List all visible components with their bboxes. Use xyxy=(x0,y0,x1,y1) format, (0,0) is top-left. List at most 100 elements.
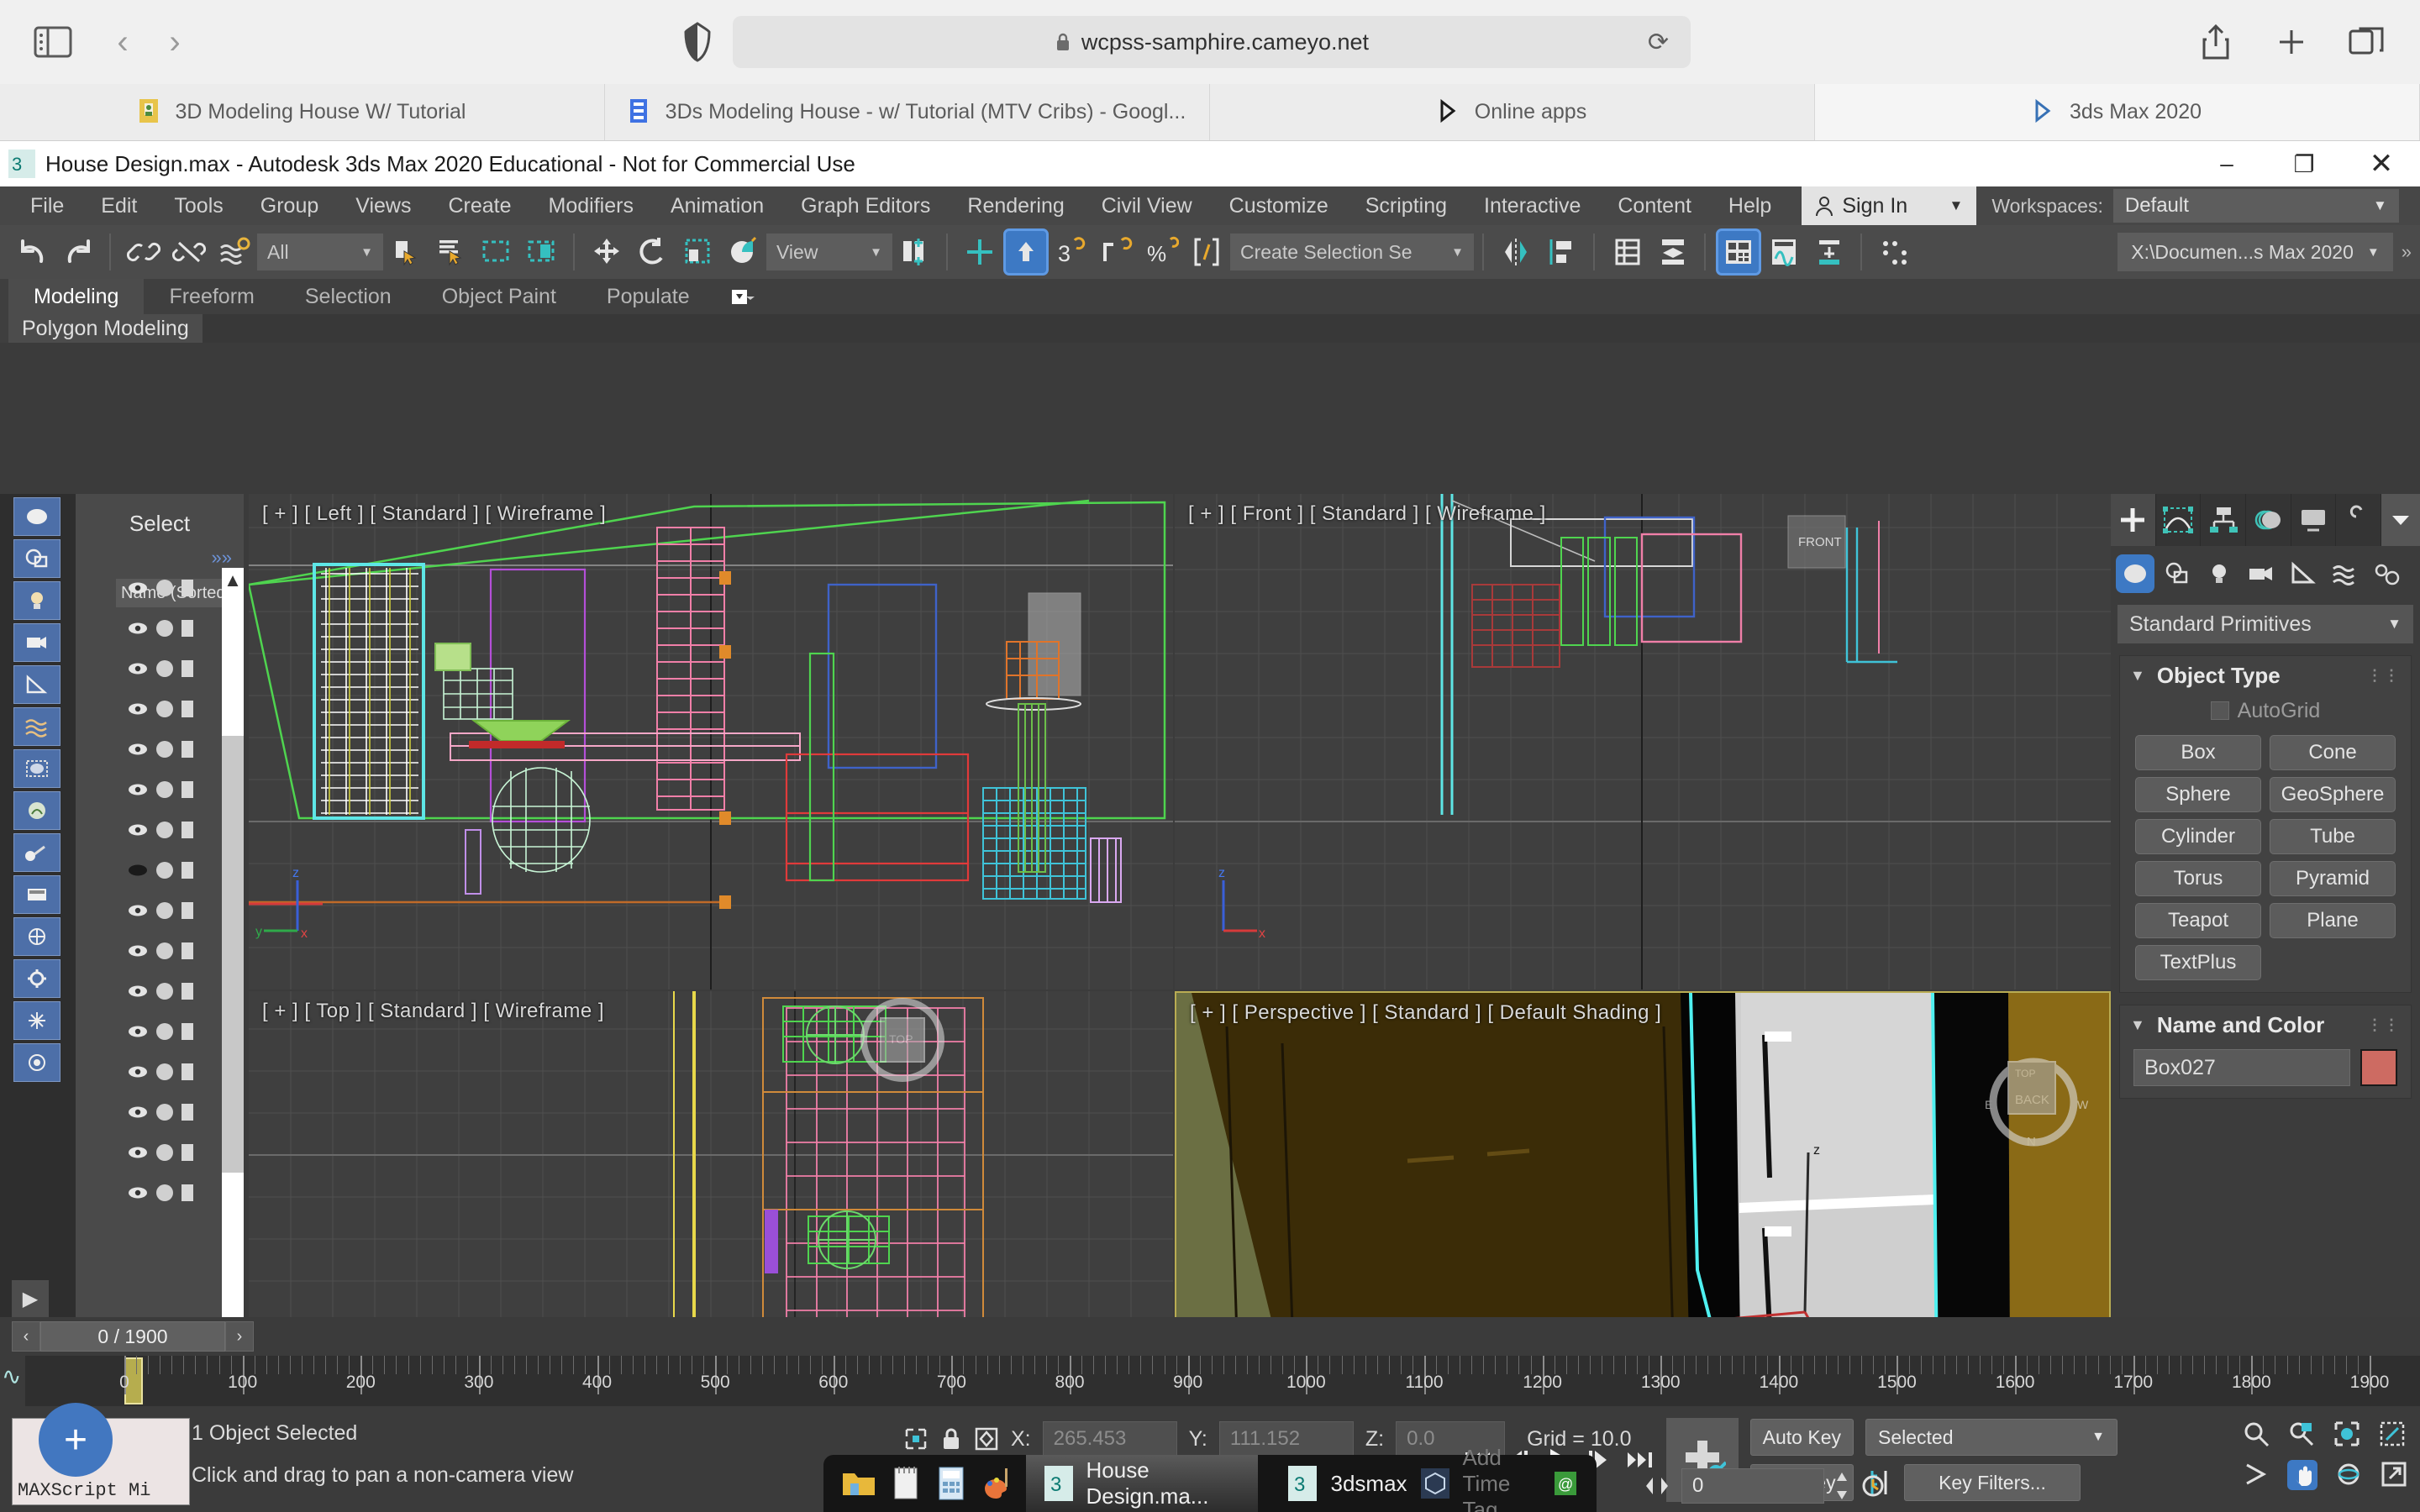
next-frame-button[interactable]: › xyxy=(225,1321,254,1352)
textplus-button[interactable]: TextPlus xyxy=(2135,945,2261,980)
visibility-eye-icon[interactable] xyxy=(128,864,148,877)
freeze-toggle-icon[interactable] xyxy=(156,741,173,758)
autogrid-checkbox[interactable] xyxy=(2211,701,2229,720)
toggle-scene-explorer-icon[interactable] xyxy=(1716,228,1761,276)
selection-filter-combo[interactable]: All ▼ xyxy=(257,234,383,270)
field-of-view-icon[interactable] xyxy=(2242,1460,2270,1490)
visibility-eye-icon[interactable] xyxy=(128,1025,148,1038)
taskbar-task-house-design[interactable]: 3 House Design.ma... xyxy=(1026,1455,1259,1512)
menu-item-content[interactable]: Content xyxy=(1599,186,1710,225)
utilities-tab[interactable] xyxy=(2336,494,2381,546)
more-icon[interactable] xyxy=(13,1043,60,1082)
object-type-header[interactable]: ▼ Object Type ⋮⋮ xyxy=(2120,656,2411,695)
project-path-field[interactable]: X:\Documen...s Max 2020 ▼ xyxy=(2118,233,2392,271)
current-frame-input[interactable]: 0 xyxy=(1681,1468,1824,1504)
particles-icon[interactable] xyxy=(13,1001,60,1040)
torus-button[interactable]: Torus xyxy=(2135,861,2261,896)
notepad-icon[interactable] xyxy=(889,1462,923,1504)
key-filters-button[interactable]: Key Filters... xyxy=(1904,1464,2081,1501)
viewport-top-label[interactable]: [ + ] [ Top ] [ Standard ] [ Wireframe ] xyxy=(262,1000,604,1023)
freeze-toggle-icon[interactable] xyxy=(156,580,173,596)
share-icon[interactable] xyxy=(2196,23,2235,61)
hierarchy-tab[interactable] xyxy=(2201,494,2246,546)
visibility-eye-icon[interactable] xyxy=(128,823,148,837)
box-button[interactable]: Box xyxy=(2135,735,2261,770)
paint-icon[interactable] xyxy=(980,1462,1013,1504)
ribbon-tab-object-paint[interactable]: Object Paint xyxy=(417,279,581,314)
reload-icon[interactable]: ⟳ xyxy=(1648,28,1669,57)
menu-item-graph-editors[interactable]: Graph Editors xyxy=(782,186,949,225)
edit-named-sets-icon[interactable] xyxy=(1185,228,1230,276)
menu-item-modifiers[interactable]: Modifiers xyxy=(530,186,652,225)
freeze-toggle-icon[interactable] xyxy=(156,1023,173,1040)
collapse-triangle-icon[interactable]: ▼ xyxy=(2130,1016,2145,1034)
collapse-triangle-icon[interactable]: ▼ xyxy=(2130,667,2145,685)
menu-item-group[interactable]: Group xyxy=(242,186,337,225)
select-rotate-icon[interactable] xyxy=(630,228,676,276)
browser-tab-3[interactable]: 3ds Max 2020 xyxy=(1815,84,2420,140)
shapes-icon[interactable] xyxy=(2158,554,2196,593)
zoom-extents-icon[interactable] xyxy=(2333,1420,2361,1448)
viewport-left-label[interactable]: [ + ] [ Left ] [ Standard ] [ Wireframe … xyxy=(262,502,606,526)
visibility-eye-icon[interactable] xyxy=(128,1105,148,1119)
select-scale-icon[interactable] xyxy=(676,228,721,276)
visibility-eye-icon[interactable] xyxy=(128,904,148,917)
visibility-eye-icon[interactable] xyxy=(128,984,148,998)
layer-manager-icon[interactable] xyxy=(1650,228,1696,276)
select-manipulate-icon[interactable] xyxy=(958,228,1003,276)
lights-icon[interactable] xyxy=(13,581,60,620)
unlink-icon[interactable] xyxy=(166,228,212,276)
geosphere-button[interactable]: GeoSphere xyxy=(2270,777,2396,812)
freeze-toggle-icon[interactable] xyxy=(156,1144,173,1161)
menu-item-tools[interactable]: Tools xyxy=(155,186,241,225)
visibility-eye-icon[interactable] xyxy=(128,1186,148,1200)
freeze-toggle-icon[interactable] xyxy=(156,862,173,879)
cameras-icon[interactable] xyxy=(2242,554,2281,593)
explorer-icon[interactable] xyxy=(840,1462,877,1504)
new-tab-icon[interactable] xyxy=(2272,23,2311,61)
viewport-left[interactable]: zyx [ + ] [ Left ] [ Standard ] [ Wirefr… xyxy=(249,494,1173,990)
select-link-icon[interactable] xyxy=(121,228,166,276)
key-prev-next-icon[interactable] xyxy=(1643,1474,1671,1498)
ribbon-panel-polygon-modeling[interactable]: Polygon Modeling xyxy=(8,314,203,343)
key-mode-select[interactable]: Selected ▼ xyxy=(1865,1419,2118,1456)
visibility-eye-icon[interactable] xyxy=(128,702,148,716)
chevron-down-icon[interactable]: ▼ xyxy=(1949,197,1964,214)
chevron-down-icon[interactable]: ▼ xyxy=(2354,245,2380,260)
previous-frame-button[interactable]: ‹ xyxy=(12,1321,40,1352)
freeze-toggle-icon[interactable] xyxy=(156,620,173,637)
modifier-icon[interactable] xyxy=(13,791,60,830)
sphere-button[interactable]: Sphere xyxy=(2135,777,2261,812)
menu-item-animation[interactable]: Animation xyxy=(652,186,782,225)
absolute-mode-icon[interactable] xyxy=(974,1426,999,1452)
visibility-eye-icon[interactable] xyxy=(128,662,148,675)
display-icon[interactable] xyxy=(13,917,60,956)
rect-select-region-icon[interactable] xyxy=(474,228,519,276)
freeze-toggle-icon[interactable] xyxy=(156,1104,173,1121)
percent-snap-icon[interactable] xyxy=(1094,228,1139,276)
pan-icon[interactable] xyxy=(2287,1460,2317,1490)
lights-icon[interactable] xyxy=(2200,554,2238,593)
selection-set-combo[interactable]: Create Selection Se ▼ xyxy=(1230,234,1474,270)
back-arrow-icon[interactable]: ‹ xyxy=(104,24,141,60)
viewport-front-label[interactable]: [ + ] [ Front ] [ Standard ] [ Wireframe… xyxy=(1188,502,1546,526)
zoom-icon[interactable] xyxy=(2242,1420,2270,1448)
chevron-down-icon[interactable]: ▼ xyxy=(2373,197,2387,214)
time-configuration-icon[interactable] xyxy=(1860,1471,1888,1501)
toolbar-overflow-icon[interactable]: » xyxy=(2393,241,2420,263)
visibility-eye-icon[interactable] xyxy=(128,743,148,756)
viewport-front[interactable]: FRONT zx [ + ] [ Front ] [ Standard ] [ … xyxy=(1175,494,2111,990)
cone-button[interactable]: Cone xyxy=(2270,735,2396,770)
visibility-eye-icon[interactable] xyxy=(128,1065,148,1079)
tabs-overview-icon[interactable] xyxy=(2348,23,2386,61)
auto-key-button[interactable]: Auto Key xyxy=(1750,1419,1854,1456)
track-view-icon[interactable]: ∿ xyxy=(2,1362,21,1390)
visibility-eye-icon[interactable] xyxy=(128,581,148,595)
ref-coord-icon[interactable] xyxy=(721,228,766,276)
ribbon-tab-selection[interactable]: Selection xyxy=(280,279,417,314)
taskbar-task-3dsmax[interactable]: 3 3dsmax Add Time Tag @ xyxy=(1270,1455,1597,1512)
systems-icon[interactable] xyxy=(2368,554,2407,593)
menu-item-customize[interactable]: Customize xyxy=(1211,186,1347,225)
freeze-toggle-icon[interactable] xyxy=(156,1184,173,1201)
align-icon[interactable] xyxy=(1539,228,1585,276)
